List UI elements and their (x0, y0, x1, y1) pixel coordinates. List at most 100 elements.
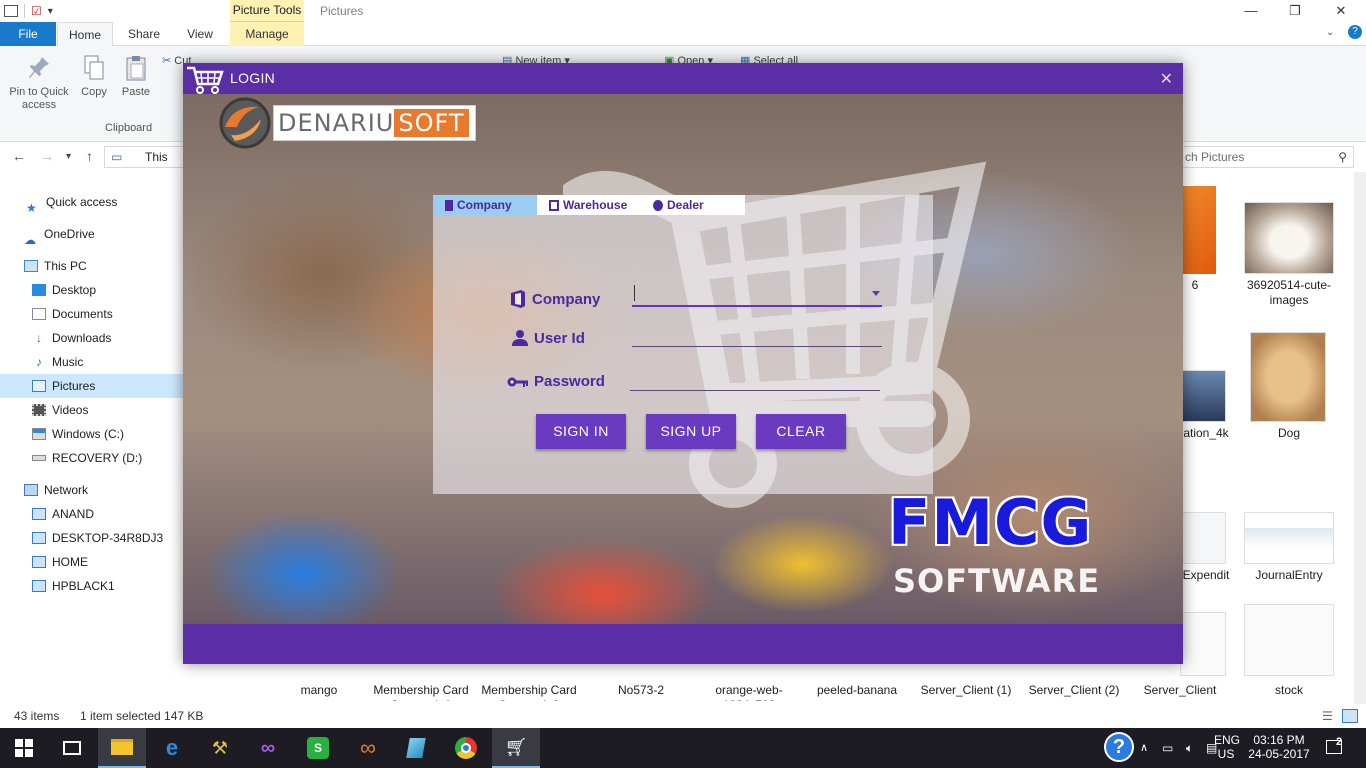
window-menu-icon[interactable] (4, 5, 18, 17)
paste-icon (126, 56, 146, 81)
taskbar-app-book[interactable] (392, 728, 440, 768)
file-thumbnail[interactable] (1180, 186, 1216, 274)
tab-home[interactable]: Home (57, 22, 113, 47)
nav-windows-c[interactable]: Windows (C:) (0, 422, 183, 446)
taskbar-edge[interactable]: e (148, 728, 196, 768)
volume-icon[interactable]: 🔈︎ (1186, 728, 1193, 768)
login-panel: Company Warehouse Dealer Company User Id… (433, 195, 933, 494)
address-input[interactable]: ▭ This PC (104, 146, 184, 184)
taskbar-visual-studio[interactable]: ∞ (244, 728, 292, 768)
pc-icon: ▭ (111, 150, 123, 164)
window-close-button[interactable]: ✕ (1318, 0, 1364, 22)
nav-anand[interactable]: ANAND (0, 502, 183, 526)
task-view-button[interactable] (48, 728, 96, 768)
qat-separator (24, 4, 25, 18)
file-thumbnail[interactable] (1244, 202, 1334, 274)
login-footer (183, 624, 1183, 664)
pin-icon (29, 57, 49, 78)
language-code: ENG (1214, 733, 1241, 747)
computer-icon (32, 580, 46, 592)
clock[interactable]: 03:16 PM 24-05-2017 (1244, 728, 1314, 768)
taskbar: e ⚒ ∞ S ∞ 🛒︎ ? ∧ ▭ 🔈︎ ▤ ENG US 03:16 PM … (0, 728, 1366, 768)
password-input[interactable] (630, 367, 880, 391)
file-thumbnail[interactable] (1180, 370, 1226, 422)
start-button[interactable] (0, 728, 48, 768)
music-icon: ♪ (36, 355, 42, 369)
nav-hpblack[interactable]: HPBLACK1 (0, 574, 183, 598)
download-icon: ↓ (36, 331, 42, 345)
search-input[interactable]: ch Pictures ⚲ (1160, 146, 1354, 168)
show-hidden-icons[interactable]: ∧ (1140, 728, 1148, 768)
maximize-button[interactable]: ❐ (1272, 0, 1318, 22)
userid-underline (632, 346, 882, 347)
pin-quick-access-button[interactable]: Pin to Quick access (6, 54, 72, 112)
tab-manage[interactable]: Manage (230, 22, 304, 46)
recent-locations-icon[interactable]: ▾ (66, 151, 71, 162)
status-bar: 43 items 1 item selected 147 KB ☰ (0, 704, 1366, 728)
nav-documents[interactable]: Documents (0, 302, 183, 326)
taskbar-fmcg-app[interactable]: 🛒︎ (492, 728, 540, 768)
file-thumbnail[interactable] (1180, 612, 1226, 676)
nav-desktop-pc[interactable]: DESKTOP-34R8DJ3 (0, 526, 183, 550)
action-center[interactable]: 2 (1322, 728, 1352, 768)
book-icon (406, 738, 426, 758)
desktop-icon (32, 284, 46, 296)
nav-recovery-d[interactable]: RECOVERY (D:) (0, 446, 183, 470)
nav-label: Downloads (52, 331, 112, 345)
tab-view[interactable]: View (176, 22, 224, 46)
taskbar-app-infinity[interactable]: ∞ (344, 728, 392, 768)
nav-home[interactable]: HOME (0, 550, 183, 574)
paste-button[interactable]: Paste (118, 54, 154, 99)
network-icon (24, 484, 38, 496)
nav-network[interactable]: Network (0, 478, 183, 502)
videos-icon (32, 404, 46, 416)
language-indicator[interactable]: ENG US (1214, 728, 1241, 768)
forward-icon[interactable]: → (40, 148, 54, 164)
properties-icon[interactable]: ☑ (31, 4, 42, 18)
company-dropdown[interactable] (632, 281, 882, 307)
taskbar-file-explorer[interactable] (98, 728, 146, 768)
help-icon[interactable]: ? (1348, 25, 1362, 39)
large-icons-view-icon[interactable] (1342, 709, 1358, 723)
file-thumbnail[interactable] (1244, 604, 1334, 676)
taskbar-spreadsheet[interactable]: S (294, 728, 342, 768)
tab-company[interactable]: Company (433, 195, 537, 215)
copy-button[interactable]: Copy (76, 54, 112, 99)
nav-music[interactable]: ♪ Music (0, 350, 183, 374)
file-thumbnail[interactable] (1250, 332, 1326, 422)
tab-file[interactable]: File (0, 22, 56, 46)
up-icon[interactable]: ↑ (86, 148, 93, 164)
nav-videos[interactable]: Videos (0, 398, 183, 422)
nav-label: Network (44, 483, 89, 497)
nav-this-pc[interactable]: This PC (0, 254, 183, 278)
userid-input[interactable] (632, 323, 882, 347)
taskbar-tools[interactable]: ⚒ (196, 728, 244, 768)
nav-pictures[interactable]: Pictures (0, 374, 183, 398)
clear-button[interactable]: CLEAR (756, 414, 846, 449)
nav-desktop[interactable]: Desktop (0, 278, 183, 302)
tab-warehouse[interactable]: Warehouse (537, 195, 641, 215)
nav-onedrive[interactable]: ☁ OneDrive (0, 222, 183, 247)
network-tray-icon[interactable]: ▭ (1162, 728, 1173, 768)
qat-dropdown-icon[interactable]: ▾ (48, 6, 53, 17)
minimize-button[interactable]: — (1228, 0, 1274, 22)
help-tray[interactable]: ? (1100, 728, 1140, 768)
vertical-scrollbar[interactable] (1354, 172, 1366, 704)
nav-quick-access[interactable]: ★ Quick access (0, 190, 183, 215)
login-close-button[interactable]: ✕ (1160, 69, 1173, 89)
back-icon[interactable]: ← (12, 148, 26, 164)
file-thumbnail[interactable] (1180, 512, 1226, 564)
sign-in-button[interactable]: SIGN IN (536, 414, 626, 449)
nav-downloads[interactable]: ↓ Downloads (0, 326, 183, 350)
tab-dealer[interactable]: Dealer (641, 195, 745, 215)
tab-share[interactable]: Share (118, 22, 170, 46)
company-label-text: Company (532, 290, 601, 308)
sign-up-button[interactable]: SIGN UP (646, 414, 736, 449)
drive-c-icon (32, 428, 46, 440)
details-view-icon[interactable]: ☰ (1322, 704, 1333, 728)
login-titlebar[interactable]: LOGIN ✕ (183, 63, 1183, 94)
ribbon-collapse-icon[interactable]: ⌄ (1326, 27, 1334, 38)
file-label: Membership Card Scanned_2 (481, 683, 577, 701)
file-thumbnail[interactable] (1244, 512, 1334, 564)
taskbar-chrome[interactable] (442, 728, 490, 768)
